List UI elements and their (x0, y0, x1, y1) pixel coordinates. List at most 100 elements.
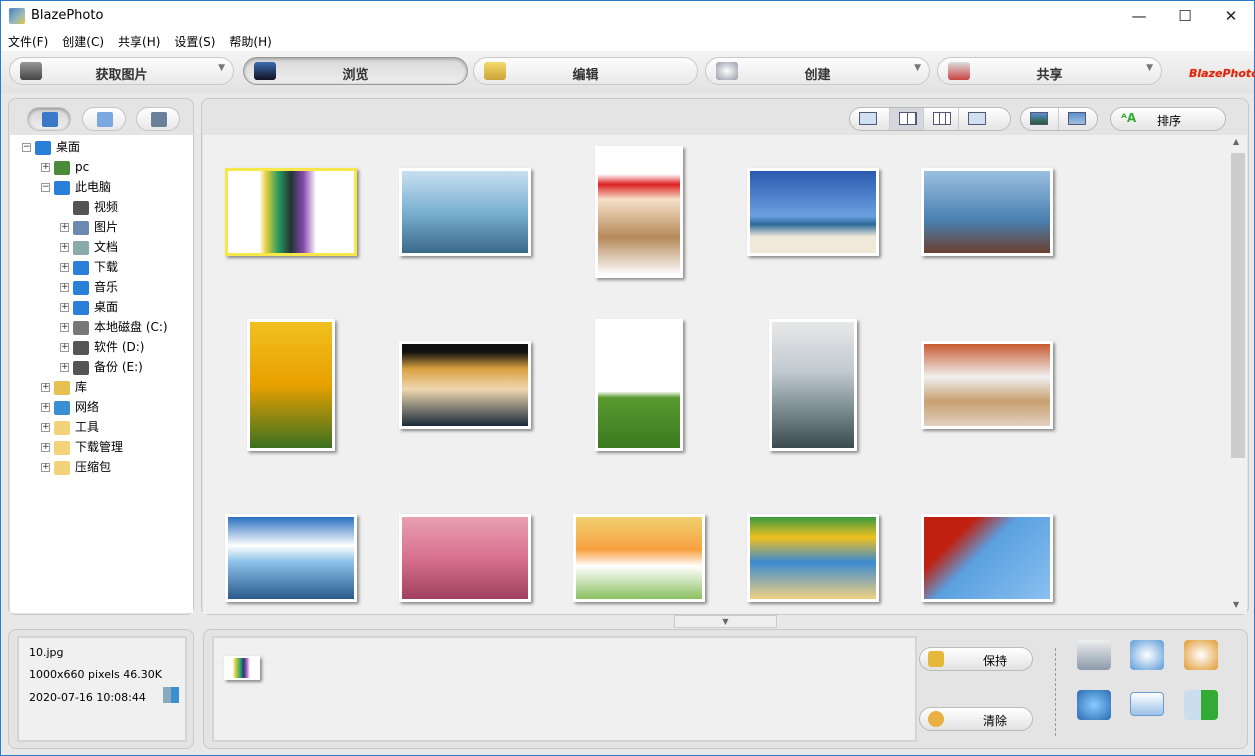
web-html-icon[interactable] (1077, 690, 1111, 720)
tab-calendar[interactable] (82, 107, 126, 131)
tree-node-label: 文档 (94, 240, 119, 254)
browse-button[interactable]: 浏览 (243, 57, 468, 85)
tree-node-label: 桌面 (56, 140, 81, 154)
tree-node[interactable]: + 软件 (D:) (60, 337, 144, 357)
collapse-icon[interactable]: − (22, 143, 31, 152)
clear-label: 清除 (982, 714, 1007, 728)
photo-thumbnail[interactable] (399, 341, 531, 429)
scroll-down-icon[interactable]: ▼ (1233, 600, 1239, 609)
photo-thumbnail[interactable] (399, 514, 531, 602)
expand-icon[interactable]: + (41, 423, 50, 432)
tree-node[interactable]: + 备份 (E:) (60, 357, 143, 377)
scroll-up-icon[interactable]: ▲ (1233, 137, 1239, 146)
expand-icon[interactable]: + (60, 243, 69, 252)
filmstrip-view-button[interactable] (959, 108, 1010, 130)
folder-icon (73, 300, 89, 315)
small-thumbnails-button[interactable] (924, 108, 959, 130)
chevron-down-icon: ▼ (1146, 63, 1153, 73)
file-info-box: 10.jpg 1000x660 pixels 46.30K 2020-07-16… (17, 636, 187, 742)
burn-dvd-icon[interactable] (1184, 640, 1218, 670)
photo-thumbnail[interactable] (921, 514, 1053, 602)
photo-thumbnail[interactable] (573, 514, 705, 602)
close-button[interactable]: ✕ (1208, 1, 1254, 31)
tray-thumbnail[interactable] (224, 656, 260, 680)
collapse-icon[interactable]: − (41, 183, 50, 192)
panel-splitter-toggle[interactable]: ▼ (674, 615, 777, 628)
tree-node[interactable]: + 文档 (60, 237, 118, 257)
tree-node[interactable]: + 音乐 (60, 277, 118, 297)
photo-thumbnail[interactable] (595, 319, 683, 451)
expand-icon[interactable]: + (60, 303, 69, 312)
photo-thumbnail[interactable] (921, 168, 1053, 256)
tree-node[interactable]: + 工具 (41, 417, 99, 437)
tree-node[interactable]: + 下载 (60, 257, 118, 277)
info-details-icon[interactable] (163, 687, 179, 703)
minimize-button[interactable]: — (1116, 1, 1162, 31)
slideshow-button[interactable] (1059, 108, 1097, 130)
expand-icon[interactable]: + (60, 283, 69, 292)
create-button[interactable]: 创建 ▼ (705, 57, 930, 85)
email-icon[interactable] (1130, 692, 1164, 716)
tab-albums[interactable] (136, 107, 180, 131)
view-toolbar: ᴬA 排序 (202, 99, 1248, 135)
tree-node[interactable]: +视频 (60, 197, 118, 217)
expand-icon[interactable]: + (60, 363, 69, 372)
photo-thumbnail[interactable] (247, 319, 335, 451)
tree-node[interactable]: + 桌面 (60, 297, 118, 317)
photo-thumbnail[interactable] (595, 146, 683, 278)
menu-help[interactable]: 帮助(H) (222, 31, 278, 51)
tab-folders[interactable] (27, 107, 71, 131)
share-button[interactable]: 共享 ▼ (937, 57, 1162, 85)
tree-node[interactable]: − 桌面 (22, 137, 80, 157)
keep-button[interactable]: 保持 (919, 647, 1033, 671)
photo-thumbnail[interactable] (747, 168, 879, 256)
clear-button[interactable]: 清除 (919, 707, 1033, 731)
photo-thumbnail[interactable] (225, 168, 357, 256)
expand-icon[interactable]: + (41, 463, 50, 472)
print-icon[interactable] (1077, 640, 1111, 670)
expand-icon[interactable]: + (41, 443, 50, 452)
menu-file[interactable]: 文件(F) (1, 31, 55, 51)
single-view-button[interactable] (1021, 108, 1059, 130)
tree-node-label: 下载管理 (75, 440, 124, 454)
preview-view-button[interactable] (850, 108, 890, 130)
expand-icon[interactable]: + (41, 383, 50, 392)
edit-button[interactable]: 编辑 (473, 57, 698, 85)
expand-icon[interactable]: + (60, 323, 69, 332)
maximize-button[interactable]: ☐ (1162, 1, 1208, 31)
expand-icon[interactable]: + (41, 403, 50, 412)
scroll-thumb[interactable] (1231, 153, 1245, 458)
tree-node[interactable]: + pc (41, 157, 89, 177)
photo-thumbnail[interactable] (225, 514, 357, 602)
menu-create[interactable]: 创建(C) (55, 31, 111, 51)
menu-share[interactable]: 共享(H) (111, 31, 167, 51)
tree-node[interactable]: + 本地磁盘 (C:) (60, 317, 168, 337)
display-group (1020, 107, 1098, 131)
photo-thumbnail[interactable] (769, 319, 857, 451)
photo-thumbnail[interactable] (399, 168, 531, 256)
expand-icon[interactable]: + (60, 263, 69, 272)
tree-node[interactable]: + 库 (41, 377, 87, 397)
clear-icon (928, 711, 944, 727)
folder-icon (54, 460, 70, 475)
tree-node[interactable]: + 网络 (41, 397, 99, 417)
photo-thumbnail[interactable] (747, 514, 879, 602)
tree-node[interactable]: + 图片 (60, 217, 118, 237)
tree-node[interactable]: − 此电脑 (41, 177, 111, 197)
sort-label: 排序 (1157, 114, 1182, 128)
burn-cd-icon[interactable] (1130, 640, 1164, 670)
photo-thumbnail[interactable] (921, 341, 1053, 429)
folder-icon (73, 320, 89, 335)
menu-settings[interactable]: 设置(S) (167, 31, 222, 51)
vertical-scrollbar[interactable]: ▲ ▼ (1229, 135, 1247, 614)
folder-icon (54, 380, 70, 395)
tree-node[interactable]: + 下载管理 (41, 437, 123, 457)
expand-icon[interactable]: + (41, 163, 50, 172)
acquire-button[interactable]: 获取图片 ▼ (9, 57, 234, 85)
large-thumbnails-button[interactable] (889, 108, 925, 130)
expand-icon[interactable]: + (60, 223, 69, 232)
expand-icon[interactable]: + (60, 343, 69, 352)
sort-button[interactable]: ᴬA 排序 (1110, 107, 1226, 131)
export-icon[interactable] (1184, 690, 1218, 720)
tree-node[interactable]: + 压缩包 (41, 457, 111, 477)
